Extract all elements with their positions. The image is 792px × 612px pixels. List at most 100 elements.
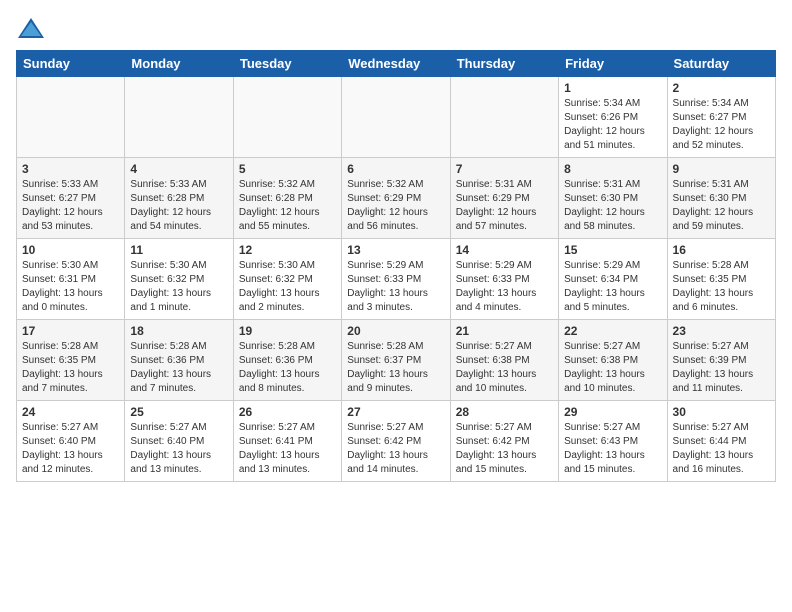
calendar-day-cell: 16 Sunrise: 5:28 AM Sunset: 6:35 PM Dayli…: [667, 239, 775, 320]
calendar-day-cell: 27 Sunrise: 5:27 AM Sunset: 6:42 PM Dayli…: [342, 401, 450, 482]
calendar: SundayMondayTuesdayWednesdayThursdayFrid…: [16, 50, 776, 482]
day-number: 19: [239, 324, 336, 338]
day-info: Sunrise: 5:27 AM Sunset: 6:38 PM Dayligh…: [456, 340, 553, 396]
calendar-day-cell: 5 Sunrise: 5:32 AM Sunset: 6:28 PM Daylig…: [233, 158, 341, 239]
day-number: 2: [673, 81, 770, 95]
day-info: Sunrise: 5:30 AM Sunset: 6:31 PM Dayligh…: [22, 259, 119, 315]
day-info: Sunrise: 5:32 AM Sunset: 6:28 PM Dayligh…: [239, 178, 336, 234]
day-number: 12: [239, 243, 336, 257]
day-info: Sunrise: 5:27 AM Sunset: 6:40 PM Dayligh…: [22, 421, 119, 477]
day-info: Sunrise: 5:34 AM Sunset: 6:27 PM Dayligh…: [673, 97, 770, 153]
day-info: Sunrise: 5:27 AM Sunset: 6:43 PM Dayligh…: [564, 421, 661, 477]
day-number: 23: [673, 324, 770, 338]
calendar-day-cell: 20 Sunrise: 5:28 AM Sunset: 6:37 PM Dayli…: [342, 320, 450, 401]
page-header: [16, 16, 776, 40]
day-number: 5: [239, 162, 336, 176]
calendar-day-cell: 3 Sunrise: 5:33 AM Sunset: 6:27 PM Daylig…: [17, 158, 125, 239]
calendar-day-cell: 18Sunrise: 5:28 AM Sunset: 6:36 PM Dayli…: [125, 320, 233, 401]
day-number: 10: [22, 243, 119, 257]
calendar-day-cell: 10 Sunrise: 5:30 AM Sunset: 6:31 PM Dayli…: [17, 239, 125, 320]
calendar-day-cell: [342, 77, 450, 158]
day-info: Sunrise: 5:28 AM Sunset: 6:35 PM Dayligh…: [673, 259, 770, 315]
day-info: Sunrise: 5:27 AM Sunset: 6:42 PM Dayligh…: [347, 421, 444, 477]
day-info: Sunrise: 5:29 AM Sunset: 6:34 PM Dayligh…: [564, 259, 661, 315]
day-info: Sunrise: 5:28 AM Sunset: 6:35 PM Dayligh…: [22, 340, 119, 396]
day-number: 16: [673, 243, 770, 257]
calendar-day-cell: 4Sunrise: 5:33 AM Sunset: 6:28 PM Daylig…: [125, 158, 233, 239]
calendar-week-row: 17 Sunrise: 5:28 AM Sunset: 6:35 PM Dayli…: [17, 320, 776, 401]
day-number: 27: [347, 405, 444, 419]
day-info: Sunrise: 5:31 AM Sunset: 6:30 PM Dayligh…: [564, 178, 661, 234]
calendar-day-cell: 1 Sunrise: 5:34 AM Sunset: 6:26 PM Daylig…: [559, 77, 667, 158]
calendar-day-cell: 25Sunrise: 5:27 AM Sunset: 6:40 PM Dayli…: [125, 401, 233, 482]
day-info: Sunrise: 5:30 AM Sunset: 6:32 PM Dayligh…: [239, 259, 336, 315]
calendar-week-row: 3 Sunrise: 5:33 AM Sunset: 6:27 PM Daylig…: [17, 158, 776, 239]
day-number: 20: [347, 324, 444, 338]
logo-icon: [16, 16, 46, 40]
day-number: 17: [22, 324, 119, 338]
day-info: Sunrise: 5:29 AM Sunset: 6:33 PM Dayligh…: [347, 259, 444, 315]
calendar-day-cell: 11 Sunrise: 5:30 AM Sunset: 6:32 PM Dayli…: [125, 239, 233, 320]
calendar-day-cell: 14Sunrise: 5:29 AM Sunset: 6:33 PM Dayli…: [450, 239, 558, 320]
day-number: 11: [130, 243, 227, 257]
day-number: 22: [564, 324, 661, 338]
day-of-week-header: Saturday: [667, 51, 775, 77]
calendar-day-cell: 8 Sunrise: 5:31 AM Sunset: 6:30 PM Daylig…: [559, 158, 667, 239]
calendar-week-row: 24 Sunrise: 5:27 AM Sunset: 6:40 PM Dayli…: [17, 401, 776, 482]
calendar-day-cell: 22 Sunrise: 5:27 AM Sunset: 6:38 PM Dayli…: [559, 320, 667, 401]
calendar-day-cell: 12 Sunrise: 5:30 AM Sunset: 6:32 PM Dayli…: [233, 239, 341, 320]
day-info: Sunrise: 5:27 AM Sunset: 6:44 PM Dayligh…: [673, 421, 770, 477]
day-info: Sunrise: 5:27 AM Sunset: 6:39 PM Dayligh…: [673, 340, 770, 396]
day-number: 28: [456, 405, 553, 419]
day-number: 26: [239, 405, 336, 419]
day-number: 7: [456, 162, 553, 176]
day-info: Sunrise: 5:28 AM Sunset: 6:37 PM Dayligh…: [347, 340, 444, 396]
day-info: Sunrise: 5:31 AM Sunset: 6:30 PM Dayligh…: [673, 178, 770, 234]
calendar-day-cell: [125, 77, 233, 158]
calendar-day-cell: 24 Sunrise: 5:27 AM Sunset: 6:40 PM Dayli…: [17, 401, 125, 482]
day-info: Sunrise: 5:30 AM Sunset: 6:32 PM Dayligh…: [130, 259, 227, 315]
day-of-week-header: Thursday: [450, 51, 558, 77]
calendar-day-cell: 9 Sunrise: 5:31 AM Sunset: 6:30 PM Daylig…: [667, 158, 775, 239]
day-info: Sunrise: 5:28 AM Sunset: 6:36 PM Dayligh…: [130, 340, 227, 396]
calendar-day-cell: [450, 77, 558, 158]
calendar-day-cell: 29Sunrise: 5:27 AM Sunset: 6:43 PM Dayli…: [559, 401, 667, 482]
day-of-week-header: Wednesday: [342, 51, 450, 77]
day-number: 14: [456, 243, 553, 257]
day-number: 30: [673, 405, 770, 419]
day-number: 1: [564, 81, 661, 95]
day-number: 6: [347, 162, 444, 176]
calendar-day-cell: 17 Sunrise: 5:28 AM Sunset: 6:35 PM Dayli…: [17, 320, 125, 401]
calendar-day-cell: 6Sunrise: 5:32 AM Sunset: 6:29 PM Daylig…: [342, 158, 450, 239]
day-number: 13: [347, 243, 444, 257]
day-info: Sunrise: 5:33 AM Sunset: 6:28 PM Dayligh…: [130, 178, 227, 234]
calendar-day-cell: 23 Sunrise: 5:27 AM Sunset: 6:39 PM Dayli…: [667, 320, 775, 401]
day-info: Sunrise: 5:27 AM Sunset: 6:41 PM Dayligh…: [239, 421, 336, 477]
calendar-day-cell: [17, 77, 125, 158]
logo: [16, 16, 50, 40]
day-number: 8: [564, 162, 661, 176]
calendar-week-row: 1 Sunrise: 5:34 AM Sunset: 6:26 PM Daylig…: [17, 77, 776, 158]
day-info: Sunrise: 5:27 AM Sunset: 6:38 PM Dayligh…: [564, 340, 661, 396]
day-of-week-header: Sunday: [17, 51, 125, 77]
day-number: 24: [22, 405, 119, 419]
day-info: Sunrise: 5:31 AM Sunset: 6:29 PM Dayligh…: [456, 178, 553, 234]
calendar-day-cell: 2 Sunrise: 5:34 AM Sunset: 6:27 PM Daylig…: [667, 77, 775, 158]
day-of-week-header: Tuesday: [233, 51, 341, 77]
day-number: 25: [130, 405, 227, 419]
day-of-week-header: Monday: [125, 51, 233, 77]
calendar-week-row: 10 Sunrise: 5:30 AM Sunset: 6:31 PM Dayli…: [17, 239, 776, 320]
day-number: 9: [673, 162, 770, 176]
calendar-day-cell: 19 Sunrise: 5:28 AM Sunset: 6:36 PM Dayli…: [233, 320, 341, 401]
calendar-day-cell: [233, 77, 341, 158]
day-number: 3: [22, 162, 119, 176]
day-info: Sunrise: 5:34 AM Sunset: 6:26 PM Dayligh…: [564, 97, 661, 153]
day-number: 15: [564, 243, 661, 257]
calendar-header-row: SundayMondayTuesdayWednesdayThursdayFrid…: [17, 51, 776, 77]
day-info: Sunrise: 5:33 AM Sunset: 6:27 PM Dayligh…: [22, 178, 119, 234]
day-info: Sunrise: 5:28 AM Sunset: 6:36 PM Dayligh…: [239, 340, 336, 396]
calendar-day-cell: 7 Sunrise: 5:31 AM Sunset: 6:29 PM Daylig…: [450, 158, 558, 239]
calendar-day-cell: 21 Sunrise: 5:27 AM Sunset: 6:38 PM Dayli…: [450, 320, 558, 401]
day-of-week-header: Friday: [559, 51, 667, 77]
day-number: 21: [456, 324, 553, 338]
